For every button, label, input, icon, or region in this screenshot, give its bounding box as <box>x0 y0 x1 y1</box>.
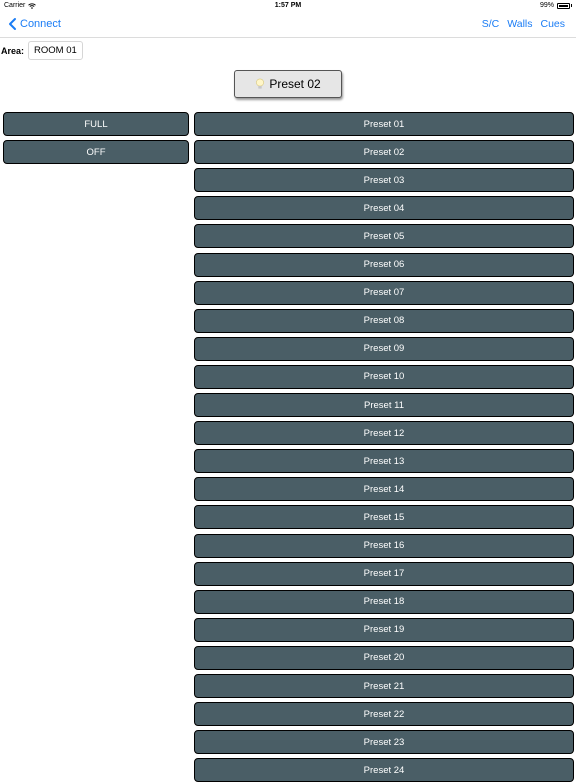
walls-button[interactable]: Walls <box>507 18 532 30</box>
preset-button-20[interactable]: Preset 20 <box>194 645 574 670</box>
preset-button-10[interactable]: Preset 10 <box>194 364 574 389</box>
preset-button-11[interactable]: Preset 11 <box>194 393 574 417</box>
battery-tip <box>571 4 572 7</box>
preset-button-08[interactable]: Preset 08 <box>194 308 574 333</box>
preset-button-02[interactable]: Preset 02 <box>194 140 574 165</box>
battery-status: 99% <box>540 2 572 9</box>
area-field[interactable]: ROOM 01 <box>28 41 83 60</box>
preset-button-01[interactable]: Preset 01 <box>194 112 574 136</box>
preset-button-07[interactable]: Preset 07 <box>194 280 574 305</box>
preset-button-13[interactable]: Preset 13 <box>194 449 574 474</box>
preset-button-21[interactable]: Preset 21 <box>194 674 574 698</box>
preset-button-22[interactable]: Preset 22 <box>194 702 574 727</box>
back-label: Connect <box>20 18 61 30</box>
area-selector: Area: ROOM 01 <box>1 41 83 60</box>
battery-percent: 99% <box>539 2 554 9</box>
preset-button-14[interactable]: Preset 14 <box>194 477 574 502</box>
preset-button-23[interactable]: Preset 23 <box>194 730 574 755</box>
preset-button-24[interactable]: Preset 24 <box>194 758 574 782</box>
nav-actions: S/C Walls Cues <box>482 18 565 30</box>
preset-button-18[interactable]: Preset 18 <box>194 589 574 614</box>
navigation-bar: Connect S/C Walls Cues <box>0 13 576 38</box>
chevron-left-icon <box>9 18 16 30</box>
current-preset-label: Preset 02 <box>269 77 321 91</box>
preset-button-17[interactable]: Preset 17 <box>194 561 574 586</box>
preset-button-16[interactable]: Preset 16 <box>194 533 574 558</box>
full-button[interactable]: FULL <box>3 112 189 136</box>
back-button[interactable]: Connect <box>6 17 61 31</box>
lightbulb-icon <box>256 78 265 89</box>
preset-button-05[interactable]: Preset 05 <box>194 224 574 249</box>
off-button[interactable]: OFF <box>3 140 189 164</box>
current-preset-indicator: Preset 02 <box>234 70 342 98</box>
cues-button[interactable]: Cues <box>540 18 565 30</box>
preset-button-06[interactable]: Preset 06 <box>194 252 574 277</box>
preset-button-19[interactable]: Preset 19 <box>194 617 574 642</box>
preset-button-03[interactable]: Preset 03 <box>194 168 574 193</box>
area-label: Area: <box>1 45 25 56</box>
preset-button-04[interactable]: Preset 04 <box>194 196 574 221</box>
preset-button-09[interactable]: Preset 09 <box>194 336 574 361</box>
battery-icon <box>557 2 570 9</box>
sc-button[interactable]: S/C <box>482 18 500 30</box>
preset-button-12[interactable]: Preset 12 <box>194 421 574 446</box>
status-bar: Carrier 1:57 PM 99% <box>0 0 576 12</box>
preset-button-15[interactable]: Preset 15 <box>194 505 574 530</box>
status-time: 1:57 PM <box>274 2 302 9</box>
